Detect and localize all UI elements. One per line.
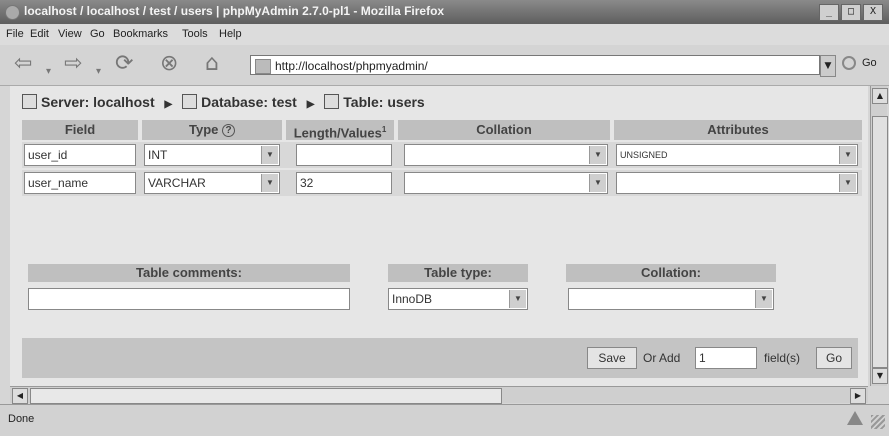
- chevron-down-icon: ▼: [755, 290, 772, 308]
- breadcrumb-table[interactable]: Table: users: [343, 94, 424, 110]
- collation-label: Collation:: [566, 264, 776, 282]
- chevron-down-icon: ▼: [261, 146, 278, 164]
- attributes-select-value: UNSIGNED: [620, 150, 668, 160]
- scrollbar-thumb[interactable]: [872, 116, 888, 368]
- breadcrumb-separator-icon: ▶: [306, 99, 315, 110]
- home-icon[interactable]: ⌂: [205, 51, 219, 77]
- menu-go[interactable]: Go: [90, 28, 105, 40]
- window-title: localhost / localhost / test / users | p…: [24, 4, 445, 18]
- back-dropdown-icon[interactable]: ▾: [46, 59, 51, 85]
- header-attributes: Attributes: [614, 120, 862, 140]
- menu-help[interactable]: Help: [219, 28, 242, 40]
- type-select-value: INT: [148, 148, 168, 162]
- breadcrumb-server[interactable]: Server: localhost: [41, 94, 155, 110]
- attributes-select[interactable]: ▼: [616, 172, 858, 194]
- breadcrumb-separator-icon: ▶: [164, 99, 173, 110]
- page-content: Server: localhost ▶ Database: test ▶ Tab…: [10, 86, 868, 386]
- collation-select[interactable]: ▼: [404, 172, 608, 194]
- warning-icon[interactable]: [847, 411, 863, 425]
- field-name-input[interactable]: user_id: [24, 144, 136, 166]
- length-input[interactable]: [296, 144, 392, 166]
- table-comments-input[interactable]: [28, 288, 350, 310]
- back-arrow-icon[interactable]: ⇦: [14, 51, 32, 77]
- header-collation: Collation: [398, 120, 610, 140]
- url-history-dropdown[interactable]: ▼: [820, 55, 836, 77]
- scroll-down-icon[interactable]: ▼: [872, 368, 888, 384]
- help-icon[interactable]: ?: [222, 124, 235, 137]
- go-icon[interactable]: [842, 56, 856, 70]
- menu-bookmarks[interactable]: Bookmarks: [113, 28, 168, 40]
- chevron-down-icon: ▼: [589, 174, 606, 192]
- go-button[interactable]: Go: [862, 57, 877, 69]
- reload-icon[interactable]: ⟳: [115, 51, 133, 77]
- header-type-label: Type: [188, 122, 219, 137]
- chevron-down-icon: ▼: [839, 146, 856, 164]
- url-text: http://localhost/phpmyadmin/: [275, 59, 428, 73]
- vertical-scrollbar[interactable]: ▲ ▼: [870, 86, 888, 386]
- scroll-left-icon[interactable]: ◀: [12, 388, 28, 404]
- table-icon: [324, 94, 340, 109]
- window-controls: _ □ X: [819, 4, 883, 21]
- scroll-up-icon[interactable]: ▲: [872, 88, 888, 104]
- table-type-label: Table type:: [388, 264, 528, 282]
- forward-arrow-icon[interactable]: ⇨: [64, 51, 82, 77]
- firefox-icon: [5, 5, 20, 20]
- url-field[interactable]: http://localhost/phpmyadmin/: [250, 55, 820, 75]
- scroll-right-icon[interactable]: ▶: [850, 388, 866, 404]
- site-favicon-icon: [255, 59, 271, 74]
- status-text: Done: [8, 413, 35, 425]
- menu-file[interactable]: File: [6, 28, 24, 40]
- scrollbar-thumb[interactable]: [30, 388, 502, 404]
- menu-edit[interactable]: Edit: [30, 28, 49, 40]
- title-bar: localhost / localhost / test / users | p…: [0, 0, 889, 24]
- chevron-down-icon: ▼: [509, 290, 526, 308]
- table-type-select[interactable]: InnoDB ▼: [388, 288, 528, 310]
- menu-bar: File Edit View Go Bookmarks Tools Help: [0, 24, 889, 45]
- length-input[interactable]: 32: [296, 172, 392, 194]
- resize-grip-icon[interactable]: [871, 415, 885, 429]
- chevron-down-icon: ▼: [261, 174, 278, 192]
- header-field: Field: [22, 120, 138, 140]
- forward-dropdown-icon[interactable]: ▾: [96, 59, 101, 85]
- header-length-values: Length/Values1: [286, 120, 394, 140]
- breadcrumb: Server: localhost ▶ Database: test ▶ Tab…: [22, 94, 425, 110]
- database-icon: [182, 94, 198, 109]
- maximize-button[interactable]: □: [841, 4, 861, 21]
- status-bar: Done: [0, 404, 889, 436]
- stop-icon[interactable]: ⊗: [160, 51, 178, 77]
- form-footer: Save Or Add 1 field(s) Go: [22, 338, 858, 378]
- table-comments-label: Table comments:: [28, 264, 350, 282]
- add-fields-count-input[interactable]: 1: [695, 347, 757, 369]
- collation-select[interactable]: ▼: [404, 144, 608, 166]
- header-type: Type ?: [142, 120, 282, 140]
- length-footnote: 1: [381, 125, 387, 134]
- browser-window: localhost / localhost / test / users | p…: [0, 0, 889, 436]
- menu-view[interactable]: View: [58, 28, 82, 40]
- navigation-toolbar: ⇦ ▾ ⇨ ▾ ⟳ ⊗ ⌂ http://localhost/phpmyadmi…: [0, 45, 889, 86]
- type-select[interactable]: VARCHAR ▼: [144, 172, 280, 194]
- type-select[interactable]: INT ▼: [144, 144, 280, 166]
- server-icon: [22, 94, 37, 109]
- type-select-value: VARCHAR: [148, 176, 206, 190]
- field-name-input[interactable]: user_name: [24, 172, 136, 194]
- minimize-button[interactable]: _: [819, 4, 839, 21]
- table-type-value: InnoDB: [392, 292, 433, 306]
- or-add-label: Or Add: [643, 351, 681, 365]
- horizontal-scrollbar[interactable]: ◀ ▶: [10, 386, 868, 404]
- fields-label: field(s): [764, 351, 801, 365]
- menu-tools[interactable]: Tools: [182, 28, 208, 40]
- breadcrumb-database[interactable]: Database: test: [201, 94, 297, 110]
- chevron-down-icon: ▼: [839, 174, 856, 192]
- attributes-select[interactable]: UNSIGNED ▼: [616, 144, 858, 166]
- close-button[interactable]: X: [863, 4, 883, 21]
- chevron-down-icon: ▼: [589, 146, 606, 164]
- table-collation-select[interactable]: ▼: [568, 288, 774, 310]
- add-fields-go-button[interactable]: Go: [816, 347, 852, 369]
- save-button[interactable]: Save: [587, 347, 637, 369]
- header-length-label: Length/Values: [293, 125, 382, 141]
